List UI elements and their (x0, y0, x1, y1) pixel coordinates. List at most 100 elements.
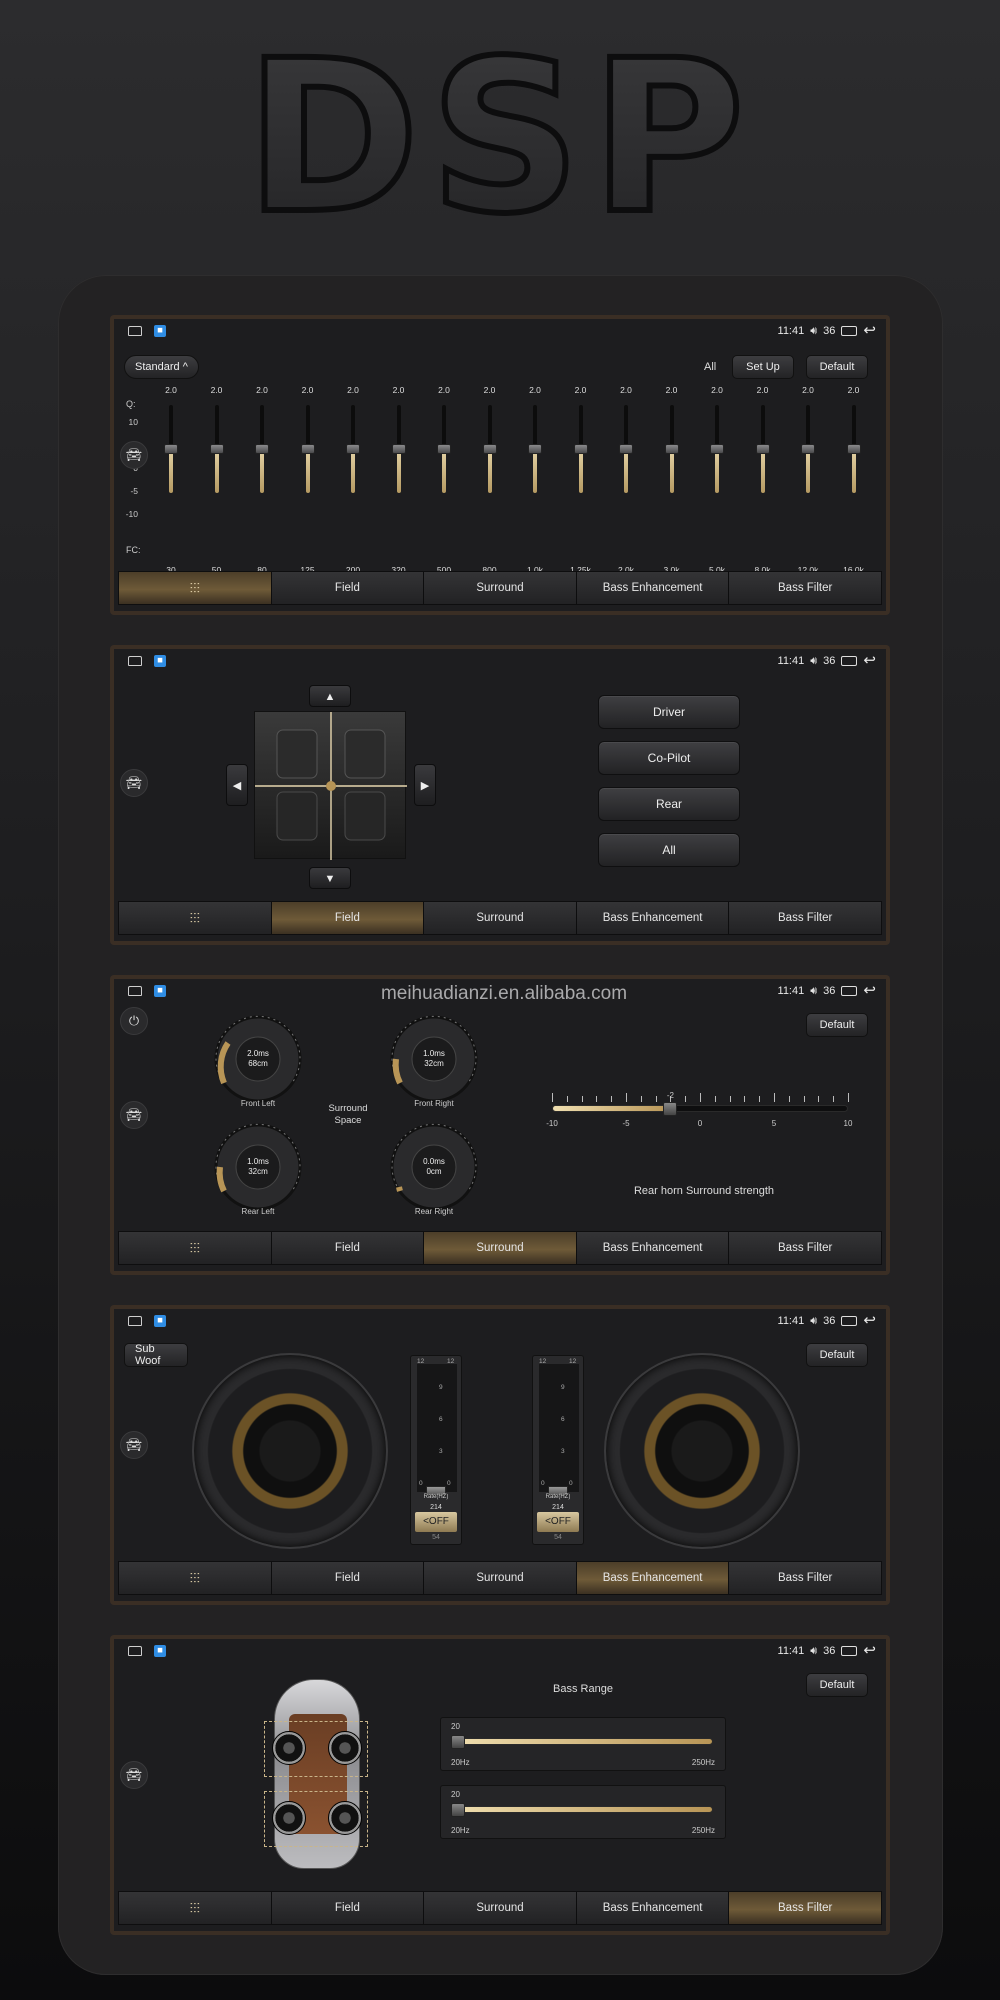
car-sound-icon[interactable]: 🚘︎ (120, 1761, 148, 1789)
window-icon[interactable] (841, 656, 858, 666)
surround-strength-slider[interactable]: -2 -10 -5 0 5 10 (546, 1091, 852, 1151)
all-button[interactable]: All (598, 833, 740, 867)
volume-icon[interactable]: 🔊︎ (810, 655, 817, 668)
home-icon[interactable] (128, 1646, 142, 1656)
back-icon[interactable]: ↩ (863, 1643, 876, 1658)
home-icon[interactable] (128, 986, 142, 996)
eq-band-200[interactable]: 2.0 200 (338, 385, 368, 575)
eq-knob[interactable] (710, 444, 724, 454)
tab-field[interactable]: Field (271, 1892, 425, 1924)
back-icon[interactable]: ↩ (863, 653, 876, 668)
tab-equalizer[interactable]: ⫶⫶⫶ (119, 1562, 272, 1594)
window-icon[interactable] (841, 1316, 858, 1326)
arrow-left-button[interactable]: ◀ (226, 764, 248, 806)
app-icon[interactable]: ◼ (154, 1315, 166, 1327)
off-toggle[interactable]: <OFF (415, 1512, 457, 1532)
arrow-up-button[interactable]: ▲ (309, 685, 351, 707)
subwoof-button[interactable]: Sub Woof (124, 1343, 188, 1367)
eq-band-3.0k[interactable]: 2.0 3.0k (657, 385, 687, 575)
driver-button[interactable]: Driver (598, 695, 740, 729)
volume-icon[interactable]: 🔊︎ (810, 1315, 817, 1328)
back-icon[interactable]: ↩ (863, 983, 876, 998)
eq-band-50[interactable]: 2.0 50 (202, 385, 232, 575)
tab-bass-enhancement[interactable]: Bass Enhancement (576, 1892, 730, 1924)
tab-bass-enhancement[interactable]: Bass Enhancement (576, 1232, 730, 1264)
range-knob[interactable] (451, 1735, 465, 1749)
eq-band-12.0k[interactable]: 2.0 12.0k (793, 385, 823, 575)
window-icon[interactable] (841, 986, 858, 996)
car-sound-icon[interactable]: 🚘︎ (120, 1101, 148, 1129)
eq-knob[interactable] (209, 444, 224, 454)
eq-band-500[interactable]: 2.0 500 (429, 385, 459, 575)
tab-bass-filter[interactable]: Bass Filter (729, 1892, 881, 1924)
tab-surround[interactable]: Surround (424, 1232, 577, 1264)
eq-band-30[interactable]: 2.0 30 (156, 385, 186, 575)
dial-front-left[interactable]: 2.0ms 68cm Front Left (202, 1013, 314, 1108)
tab-bass-filter[interactable]: Bass Filter (729, 902, 881, 934)
eq-knob[interactable] (391, 444, 406, 454)
eq-knob[interactable] (664, 444, 679, 454)
range-knob[interactable] (451, 1803, 465, 1817)
volume-icon[interactable]: 🔊︎ (810, 1645, 817, 1658)
eq-knob[interactable] (346, 444, 360, 454)
rear-button[interactable]: Rear (598, 787, 740, 821)
left-bass-slider[interactable]: 12 12 9 6 3 0 0 Rate(HZ) 214 <OFF 54 (410, 1355, 462, 1545)
car-sound-icon[interactable]: 🚘︎ (120, 1431, 148, 1459)
tab-surround[interactable]: Surround (424, 1892, 577, 1924)
tab-surround[interactable]: Surround (424, 1562, 577, 1594)
eq-band-800[interactable]: 2.0 800 (475, 385, 505, 575)
eq-knob[interactable] (437, 444, 451, 454)
eq-band-80[interactable]: 2.0 80 (247, 385, 277, 575)
default-button[interactable]: Default (806, 355, 868, 379)
default-button[interactable]: Default (806, 1673, 868, 1697)
window-icon[interactable] (841, 326, 858, 336)
back-icon[interactable]: ↩ (863, 323, 876, 338)
copilot-button[interactable]: Co-Pilot (598, 741, 740, 775)
default-button[interactable]: Default (806, 1343, 868, 1367)
tab-bass-filter[interactable]: Bass Filter (729, 1232, 881, 1264)
tab-field[interactable]: Field (271, 572, 425, 604)
all-label[interactable]: All (704, 361, 716, 373)
app-icon[interactable]: ◼ (154, 325, 166, 337)
tab-field[interactable]: Field (271, 1562, 425, 1594)
default-button[interactable]: Default (806, 1013, 868, 1037)
eq-knob[interactable] (573, 444, 588, 454)
off-toggle[interactable]: <OFF (537, 1512, 579, 1532)
eq-band-16.0k[interactable]: 2.0 16.0k (839, 385, 869, 575)
volume-icon[interactable]: 🔊︎ (810, 985, 817, 998)
eq-knob[interactable] (255, 444, 269, 454)
eq-band-1.0k[interactable]: 2.0 1.0k (520, 385, 550, 575)
eq-knob[interactable] (300, 444, 315, 454)
tab-equalizer[interactable]: ⫶⫶⫶ (119, 572, 272, 604)
tab-field[interactable]: Field (271, 1232, 425, 1264)
preset-dropdown[interactable]: Standard ^ (124, 355, 199, 379)
eq-band-1.25k[interactable]: 2.0 1.25k (566, 385, 596, 575)
tab-bass-enhancement[interactable]: Bass Enhancement (576, 902, 730, 934)
tab-field[interactable]: Field (271, 902, 425, 934)
tab-equalizer[interactable]: ⫶⫶⫶ (119, 1892, 272, 1924)
home-icon[interactable] (128, 1316, 142, 1326)
tab-bass-enhancement[interactable]: Bass Enhancement (576, 1562, 730, 1594)
eq-knob[interactable] (846, 444, 861, 454)
eq-band-125[interactable]: 2.0 125 (293, 385, 323, 575)
eq-band-8.0k[interactable]: 2.0 8.0k (748, 385, 778, 575)
setup-button[interactable]: Set Up (732, 355, 794, 379)
tab-surround[interactable]: Surround (424, 902, 577, 934)
arrow-right-button[interactable]: ▶ (414, 764, 436, 806)
eq-knob[interactable] (755, 444, 770, 454)
tab-bass-filter[interactable]: Bass Filter (729, 572, 881, 604)
tab-bass-enhancement[interactable]: Bass Enhancement (576, 572, 730, 604)
tab-equalizer[interactable]: ⫶⫶⫶ (119, 902, 272, 934)
volume-icon[interactable]: 🔊︎ (810, 325, 817, 338)
back-icon[interactable]: ↩ (863, 1313, 876, 1328)
home-icon[interactable] (128, 326, 142, 336)
eq-knob[interactable] (801, 444, 815, 454)
tab-bass-filter[interactable]: Bass Filter (729, 1562, 881, 1594)
strength-knob[interactable] (663, 1102, 678, 1116)
seat-map[interactable] (254, 711, 407, 860)
tab-surround[interactable]: Surround (424, 572, 577, 604)
app-icon[interactable]: ◼ (154, 655, 166, 667)
app-icon[interactable]: ◼ (154, 985, 166, 997)
eq-band-320[interactable]: 2.0 320 (384, 385, 414, 575)
car-sound-icon[interactable]: 🚘︎ (120, 769, 148, 797)
